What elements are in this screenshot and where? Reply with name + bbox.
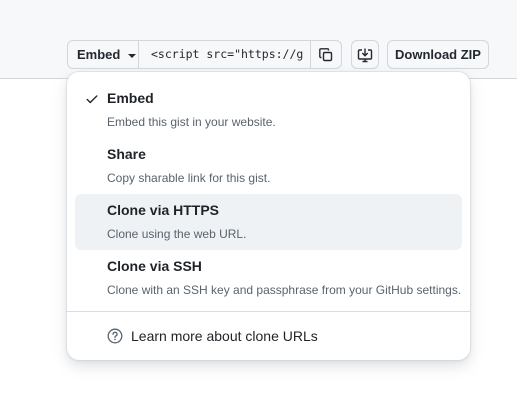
menu-item-clone-ssh[interactable]: Clone via SSH Clone with an SSH key and … [75, 250, 462, 306]
download-zip-button[interactable]: Download ZIP [387, 40, 489, 69]
chevron-down-icon [128, 53, 137, 58]
learn-more-link[interactable]: Learn more about clone URLs [107, 328, 318, 344]
gist-toolbar: Embed <script src="https://g Download ZI… [0, 0, 517, 79]
question-icon [107, 328, 123, 344]
menu-divider [67, 311, 470, 312]
embed-dropdown-button[interactable]: Embed [67, 40, 139, 69]
menu-item-description: Clone with an SSH key and passphrase fro… [107, 283, 462, 297]
menu-item-title: Share [107, 146, 146, 162]
check-icon [86, 95, 98, 104]
clone-options-menu: Embed Embed this gist in your website. S… [67, 72, 470, 360]
menu-item-description: Copy sharable link for this gist. [107, 171, 271, 185]
menu-item-description: Embed this gist in your website. [107, 115, 276, 129]
clone-url-input[interactable]: <script src="https://g [138, 40, 311, 69]
embed-dropdown-label: Embed [77, 47, 121, 62]
copy-button[interactable] [310, 40, 342, 69]
menu-item-embed[interactable]: Embed Embed this gist in your website. [75, 82, 462, 138]
copy-icon [319, 47, 333, 61]
menu-item-title: Clone via HTTPS [107, 202, 220, 218]
open-desktop-button[interactable] [351, 40, 379, 69]
menu-item-description: Clone using the web URL. [107, 227, 247, 241]
menu-item-clone-https[interactable]: Clone via HTTPS Clone using the web URL. [75, 194, 462, 250]
desktop-download-icon [357, 48, 373, 62]
menu-item-title: Clone via SSH [107, 258, 202, 274]
menu-item-title: Embed [107, 90, 154, 106]
menu-item-share[interactable]: Share Copy sharable link for this gist. [75, 138, 462, 194]
learn-more-label: Learn more about clone URLs [131, 328, 318, 344]
